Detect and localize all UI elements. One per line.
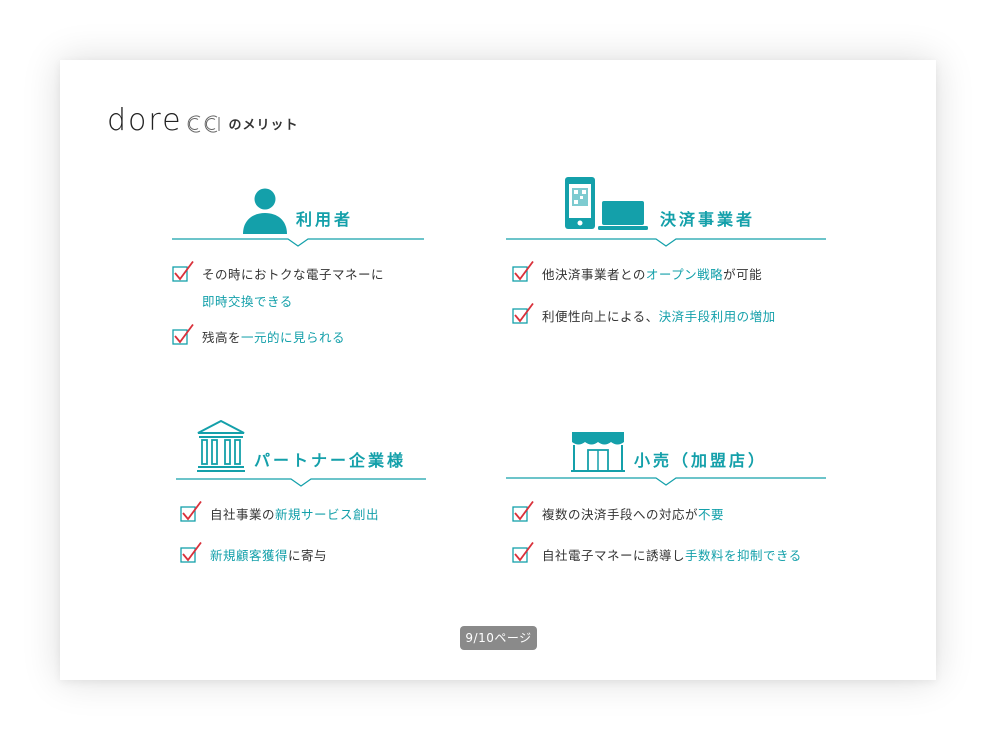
list-item: 他決済事業者とのオープン戦略が可能 <box>512 261 826 288</box>
list-item: 自社電子マネーに誘導し手数料を抑制できる <box>512 542 826 569</box>
list-item: 複数の決済手段への対応が不要 <box>512 501 826 528</box>
section-title-users: 利用者 <box>296 210 354 229</box>
item-highlight: 不要 <box>698 507 725 522</box>
item-text: 残高を <box>202 330 242 345</box>
item-text: 自社電子マネーに誘導し <box>542 548 686 563</box>
item-highlight: 決済手段利用の増加 <box>658 309 776 324</box>
logo-tagline: のメリット <box>228 118 299 133</box>
smartphone-laptop-icon <box>564 176 648 236</box>
list-item: 残高を一元的に見られる <box>172 324 424 351</box>
user-icon <box>242 186 288 238</box>
checkbox-checked-icon <box>172 324 194 345</box>
section-partner: パートナー企業様 自社事業の新規サービス創出 新規顧客獲得に寄与 <box>176 419 426 590</box>
checkbox-checked-icon <box>180 542 202 563</box>
section-retail: 小売（加盟店） 複数の決済手段への対応が不要 自社電子マネーに誘導し手数料を抑制… <box>506 428 826 598</box>
checkbox-checked-icon <box>512 303 534 324</box>
item-text: が可能 <box>723 267 763 282</box>
item-highlight: 即時交換できる <box>202 294 293 309</box>
section-title-payment: 決済事業者 <box>660 210 756 229</box>
item-text: 自社事業の <box>210 507 276 522</box>
list-item: その時におトクな電子マネーに 即時交換できる <box>172 261 424 315</box>
item-highlight: 一元的に見られる <box>241 330 346 345</box>
logo: dore のメリット <box>107 100 299 136</box>
checkbox-checked-icon <box>512 501 534 522</box>
item-highlight: 新規顧客獲得 <box>210 548 289 563</box>
checkbox-checked-icon <box>172 261 194 282</box>
logo-brand: dore <box>107 103 183 138</box>
page-indicator[interactable]: 9/10ページ <box>460 626 537 650</box>
list-item: 新規顧客獲得に寄与 <box>180 542 426 569</box>
item-highlight: オープン戦略 <box>645 267 724 282</box>
item-text: その時におトクな電子マネーに <box>202 267 385 282</box>
item-text: 複数の決済手段への対応が <box>542 507 699 522</box>
checkbox-checked-icon <box>512 261 534 282</box>
list-item: 利便性向上による、決済手段利用の増加 <box>512 303 826 330</box>
section-title-partner: パートナー企業様 <box>254 451 407 470</box>
section-divider <box>172 238 424 247</box>
item-highlight: 新規サービス創出 <box>275 507 380 522</box>
section-users: 利用者 その時におトクな電子マネーに 即時交換できる 残高を一元的に見られる <box>172 182 424 352</box>
item-highlight: 手数料を抑制できる <box>685 548 802 563</box>
section-divider <box>506 238 826 247</box>
section-payment: 決済事業者 他決済事業者とのオープン戦略が可能 利便性向上による、決済手段利用の… <box>506 176 826 346</box>
checkbox-checked-icon <box>512 542 534 563</box>
storefront-icon <box>570 430 626 476</box>
logo-cca-mark <box>185 113 223 135</box>
item-text: 利便性向上による、 <box>542 309 659 324</box>
item-text: 他決済事業者との <box>542 267 646 282</box>
section-divider <box>176 478 426 487</box>
list-item: 自社事業の新規サービス創出 <box>180 501 426 528</box>
item-text: に寄与 <box>288 548 328 563</box>
section-divider <box>506 477 826 486</box>
checkbox-checked-icon <box>180 501 202 522</box>
slide: dore のメリット 利用者 その時におトクな電子マネーに 即時交換できる 残高… <box>60 60 936 680</box>
section-title-retail: 小売（加盟店） <box>634 451 768 470</box>
bank-building-icon <box>196 419 246 476</box>
